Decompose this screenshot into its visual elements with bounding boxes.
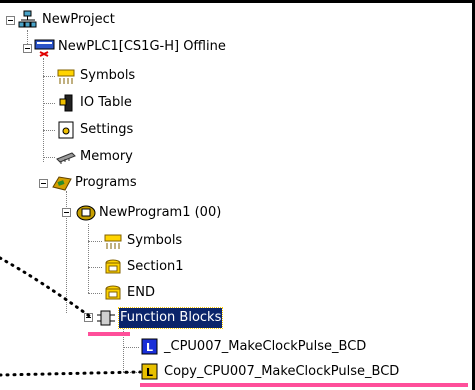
callout-line-copy-fb	[0, 370, 142, 377]
callout-line-function-blocks	[0, 256, 94, 320]
callout-lines	[0, 256, 142, 377]
